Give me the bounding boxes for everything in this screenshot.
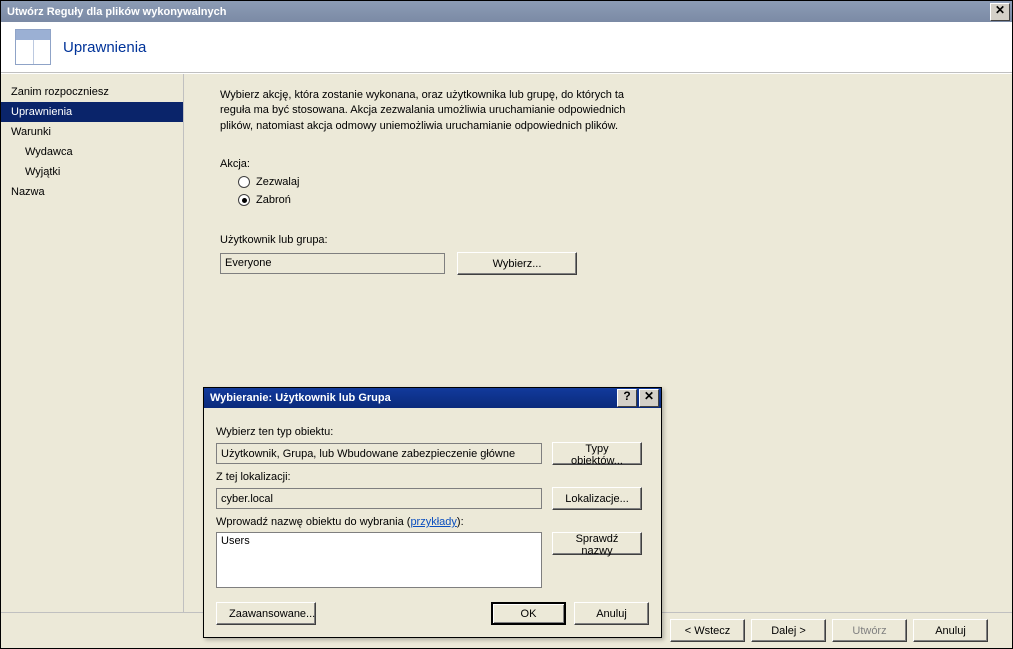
name-label-prefix: Wprowadź nazwę obiektu do wybrania ( bbox=[216, 516, 410, 528]
user-group-row: Everyone Wybierz... bbox=[220, 252, 990, 275]
object-name-label: Wprowadź nazwę obiektu do wybrania (przy… bbox=[216, 516, 649, 528]
sidebar: Zanim rozpoczniesz Uprawnienia Warunki W… bbox=[1, 74, 183, 612]
name-label-suffix: ): bbox=[457, 516, 464, 528]
sidebar-item-exceptions[interactable]: Wyjątki bbox=[1, 162, 183, 182]
examples-link[interactable]: przykłady bbox=[410, 516, 456, 528]
window-title: Utwórz Reguły dla plików wykonywalnych bbox=[7, 6, 990, 18]
header-band: Uprawnienia bbox=[1, 22, 1012, 73]
inner-cancel-button[interactable]: Anuluj bbox=[574, 602, 649, 625]
header-icon bbox=[15, 29, 51, 65]
cancel-button[interactable]: Anuluj bbox=[913, 619, 988, 642]
back-button[interactable]: < Wstecz bbox=[670, 619, 745, 642]
radio-allow[interactable]: Zezwalaj bbox=[238, 176, 990, 188]
sidebar-item-publisher[interactable]: Wydawca bbox=[1, 142, 183, 162]
description-text: Wybierz akcję, która zostanie wykonana, … bbox=[220, 88, 650, 134]
radio-allow-label: Zezwalaj bbox=[256, 176, 299, 188]
inner-dialog-titlebar: Wybieranie: Użytkownik lub Grupa ? ✕ bbox=[204, 388, 661, 408]
advanced-button[interactable]: Zaawansowane... bbox=[216, 602, 316, 625]
location-field bbox=[216, 488, 542, 509]
locations-button[interactable]: Lokalizacje... bbox=[552, 487, 642, 510]
sidebar-item-name[interactable]: Nazwa bbox=[1, 182, 183, 202]
wizard-window: Utwórz Reguły dla plików wykonywalnych ✕… bbox=[0, 0, 1013, 649]
object-types-button[interactable]: Typy obiektów... bbox=[552, 442, 642, 465]
action-label: Akcja: bbox=[220, 158, 990, 170]
sidebar-item-permissions[interactable]: Uprawnienia bbox=[1, 102, 183, 122]
body-area: Zanim rozpoczniesz Uprawnienia Warunki W… bbox=[1, 73, 1012, 612]
object-type-label: Wybierz ten typ obiektu: bbox=[216, 426, 649, 438]
radio-deny-label: Zabroń bbox=[256, 194, 291, 206]
select-button[interactable]: Wybierz... bbox=[457, 252, 577, 275]
object-type-field bbox=[216, 443, 542, 464]
sidebar-item-conditions[interactable]: Warunki bbox=[1, 122, 183, 142]
check-names-button[interactable]: Sprawdź nazwy bbox=[552, 532, 642, 555]
select-user-group-dialog: Wybieranie: Użytkownik lub Grupa ? ✕ Wyb… bbox=[203, 387, 662, 638]
user-group-label: Użytkownik lub grupa: bbox=[220, 234, 990, 246]
ok-button[interactable]: OK bbox=[491, 602, 566, 625]
object-name-input[interactable] bbox=[216, 532, 542, 588]
radio-allow-circle bbox=[238, 176, 250, 188]
inner-dialog-title: Wybieranie: Użytkownik lub Grupa bbox=[210, 392, 617, 404]
inner-close-icon[interactable]: ✕ bbox=[639, 389, 659, 407]
close-icon[interactable]: ✕ bbox=[990, 3, 1010, 21]
create-button: Utwórz bbox=[832, 619, 907, 642]
action-radio-group: Zezwalaj Zabroń bbox=[220, 176, 990, 206]
help-icon[interactable]: ? bbox=[617, 389, 637, 407]
page-title: Uprawnienia bbox=[63, 39, 146, 56]
radio-deny[interactable]: Zabroń bbox=[238, 194, 990, 206]
inner-dialog-body: Wybierz ten typ obiektu: Typy obiektów..… bbox=[204, 408, 661, 637]
sidebar-item-intro[interactable]: Zanim rozpoczniesz bbox=[1, 82, 183, 102]
next-button[interactable]: Dalej > bbox=[751, 619, 826, 642]
radio-deny-circle bbox=[238, 194, 250, 206]
location-label: Z tej lokalizacji: bbox=[216, 471, 649, 483]
window-titlebar: Utwórz Reguły dla plików wykonywalnych ✕ bbox=[1, 1, 1012, 22]
user-group-field: Everyone bbox=[220, 253, 445, 274]
